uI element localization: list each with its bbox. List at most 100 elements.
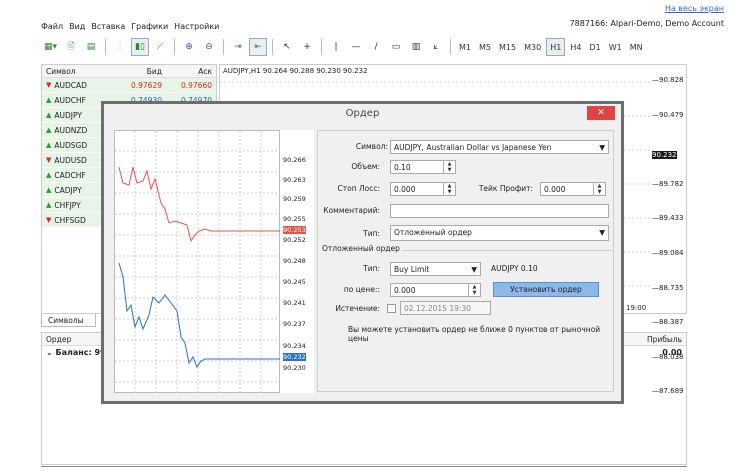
- tick-scale-label: 90.248: [283, 257, 306, 265]
- vertical-line-icon[interactable]: |: [327, 38, 345, 56]
- tf-w1[interactable]: W1: [606, 38, 625, 56]
- trendline-icon[interactable]: /: [367, 38, 385, 56]
- arrow-up-icon: ▲: [46, 201, 52, 209]
- symbol-name: AUDJPY: [54, 110, 82, 120]
- pending-section-title: Отложенный ордер: [320, 244, 402, 253]
- tf-h4[interactable]: H4: [567, 38, 584, 56]
- menu-charts[interactable]: Графики: [131, 22, 168, 31]
- templates-icon[interactable]: ▤: [82, 38, 100, 56]
- tick-scale-label: 90.230: [283, 364, 306, 372]
- col-order[interactable]: Ордер: [46, 335, 71, 344]
- new-chart-icon[interactable]: ▦▾: [41, 38, 60, 56]
- fullscreen-link[interactable]: На весь экран: [665, 4, 724, 13]
- tick-scale-label: 90.266: [283, 156, 306, 164]
- fibonacci-icon[interactable]: ▥: [407, 38, 425, 56]
- symbol-name: CADCHF: [54, 170, 86, 180]
- toolbar-separator: [272, 39, 274, 55]
- menu-view[interactable]: Вид: [69, 22, 85, 31]
- dropdown-arrow-icon: ▼: [599, 143, 605, 152]
- zoom-out-icon[interactable]: ⊖: [200, 38, 218, 56]
- toolbar-separator: [450, 39, 452, 55]
- profiles-icon[interactable]: 🗎: [62, 38, 80, 56]
- expiry-checkbox[interactable]: [387, 304, 396, 313]
- price-value: 0.000: [394, 286, 416, 295]
- pending-type-label: Тип:: [363, 264, 380, 273]
- sl-spinner[interactable]: ▲ ▼: [443, 183, 455, 195]
- menu-file[interactable]: Файл: [41, 22, 63, 31]
- toolbar-separator: [321, 39, 323, 55]
- autoscroll-icon[interactable]: ⇥: [229, 38, 247, 56]
- expiry-field[interactable]: 02.12.2015 19:30: [400, 301, 491, 315]
- ask-line: [118, 166, 280, 243]
- cursor-icon[interactable]: ↖: [278, 38, 296, 56]
- pending-type-select[interactable]: Buy Limit ▼: [390, 262, 481, 276]
- symbol-cell: ▼ AUDCAD: [42, 81, 112, 90]
- col-profit[interactable]: Прибыль: [647, 335, 682, 344]
- tf-m30[interactable]: M30: [521, 38, 544, 56]
- horizontal-line-icon[interactable]: —: [347, 38, 365, 56]
- symbol-name: AUDCHF: [54, 95, 86, 105]
- dropdown-arrow-icon: ▼: [599, 228, 605, 237]
- col-bid[interactable]: Бид: [112, 67, 162, 76]
- arrow-down-icon: ▼: [46, 216, 52, 224]
- candles-icon[interactable]: ▮▯: [131, 38, 150, 56]
- symbol-name: AUDUSD: [54, 155, 87, 165]
- crosshair-icon[interactable]: +: [298, 38, 316, 56]
- dropdown-arrow-icon: ▼: [471, 265, 477, 274]
- tick-scale-label: 90.252: [283, 236, 306, 244]
- arrow-up-icon: ▲: [46, 111, 52, 119]
- bar-chart-icon[interactable]: ⫶: [111, 38, 129, 56]
- price-tick: 90.232: [652, 151, 677, 160]
- tp-label: Тейк Профит:: [478, 184, 533, 193]
- symbol-label: Символ:: [355, 142, 388, 151]
- toolbar: ▦▾ 🗎 ▤ ⫶ ▮▯ ⟋ ⊕ ⊖ ⇥ ⇤ ↖ + | — / ▭ ▥ ⟀ M1…: [41, 36, 730, 58]
- tick-scale-label: 90.259: [283, 195, 306, 203]
- tab-symbols[interactable]: Символы: [41, 314, 96, 327]
- tf-m5[interactable]: M5: [476, 38, 494, 56]
- tf-m15[interactable]: M15: [496, 38, 519, 56]
- price-field[interactable]: 0.000 ▲ ▼: [390, 283, 481, 297]
- stop-loss-field[interactable]: 0.000 ▲ ▼: [390, 182, 456, 196]
- zoom-in-icon[interactable]: ⊕: [180, 38, 198, 56]
- text-label-icon[interactable]: ▭: [387, 38, 405, 56]
- symbol-name: CHFJPY: [54, 200, 81, 210]
- tf-d1[interactable]: D1: [586, 38, 603, 56]
- order-type-select[interactable]: Отложенный ордер ▼: [390, 225, 609, 241]
- arrow-up-icon: ▲: [46, 141, 52, 149]
- symbol-name: AUDSGD: [54, 140, 88, 150]
- price-spinner[interactable]: ▲ ▼: [468, 284, 480, 296]
- bid-line: [118, 262, 280, 369]
- line-chart-icon[interactable]: ⟋: [151, 38, 169, 56]
- volume-field[interactable]: 0.10 ▲ ▼: [390, 160, 456, 174]
- take-profit-field[interactable]: 0.000 ▲ ▼: [540, 182, 606, 196]
- tp-spinner[interactable]: ▲ ▼: [593, 183, 605, 195]
- symbol-value: AUDJPY, Australian Dollar vs Japanese Ye…: [394, 143, 552, 152]
- col-ask[interactable]: Аск: [162, 67, 212, 76]
- volume-label: Объем:: [351, 162, 380, 171]
- symbol-select[interactable]: AUDJPY, Australian Dollar vs Japanese Ye…: [390, 140, 609, 154]
- comment-field[interactable]: [390, 204, 609, 218]
- tf-mn[interactable]: MN: [627, 38, 646, 56]
- col-symbol[interactable]: Символ: [42, 67, 112, 76]
- menu-settings[interactable]: Настройки: [174, 22, 219, 31]
- arrow-up-icon: ▲: [46, 171, 52, 179]
- price-tick: —90.828: [652, 76, 684, 84]
- toolbar-separator: [223, 39, 225, 55]
- menu-insert[interactable]: Вставка: [91, 22, 125, 31]
- toolbar-separator: [174, 39, 176, 55]
- arrows-icon[interactable]: ⟀: [427, 38, 445, 56]
- volume-value: 0.10: [394, 163, 411, 172]
- market-row-audcad[interactable]: ▼ AUDCAD 0.97629 0.97660: [42, 78, 216, 93]
- price-tick: —89.782: [652, 179, 684, 188]
- close-button[interactable]: ✕: [587, 106, 615, 120]
- price-tick: —88.387: [652, 318, 684, 327]
- collapse-icon[interactable]: ⌄: [46, 348, 56, 357]
- symbol-name: AUDNZD: [54, 125, 88, 135]
- chart-shift-icon[interactable]: ⇤: [249, 38, 268, 56]
- volume-spinner[interactable]: ▲ ▼: [443, 161, 455, 173]
- tf-m1[interactable]: M1: [456, 38, 474, 56]
- order-form: Символ: AUDJPY, Australian Dollar vs Jap…: [317, 130, 614, 392]
- tf-h1[interactable]: H1: [546, 38, 566, 56]
- place-order-button[interactable]: Установить ордер: [493, 282, 599, 297]
- dialog-title: Ордер: [345, 108, 380, 119]
